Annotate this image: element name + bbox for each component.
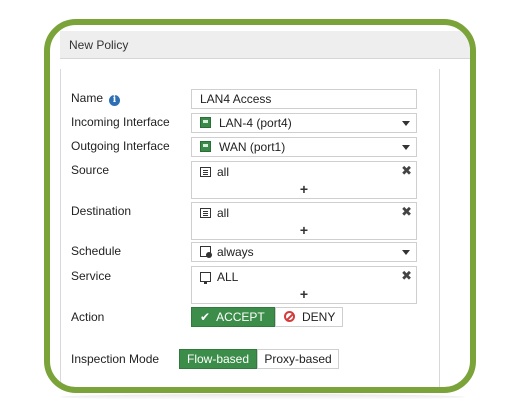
flow-based-button[interactable]: Flow-based xyxy=(179,349,257,369)
name-input[interactable]: LAN4 Access xyxy=(191,89,417,109)
source-field[interactable]: all ✖ + xyxy=(191,161,417,199)
outgoing-interface-label: Outgoing Interface xyxy=(71,139,170,153)
name-label-text: Name xyxy=(71,91,104,105)
service-remove-button[interactable]: ✖ xyxy=(401,268,412,284)
proxy-based-button[interactable]: Proxy-based xyxy=(257,349,339,369)
incoming-interface-select[interactable]: LAN-4 (port4) xyxy=(191,113,417,133)
source-entry-value: all xyxy=(217,165,230,179)
interface-icon xyxy=(200,117,211,128)
address-icon xyxy=(200,208,211,218)
schedule-value: always xyxy=(217,245,254,259)
outgoing-interface-select[interactable]: WAN (port1) xyxy=(191,137,417,157)
chevron-down-icon xyxy=(402,121,410,126)
frame-shadow xyxy=(60,394,465,400)
interface-icon xyxy=(200,141,211,152)
destination-entry: all xyxy=(200,206,229,220)
policy-form: Name i LAN4 Access Incoming Interface LAN… xyxy=(60,69,440,387)
info-icon[interactable]: i xyxy=(109,95,121,106)
address-icon xyxy=(200,167,211,177)
deny-label: DENY xyxy=(302,310,336,324)
service-label: Service xyxy=(71,269,112,283)
chevron-down-icon xyxy=(402,145,410,150)
destination-remove-button[interactable]: ✖ xyxy=(401,204,412,220)
destination-field[interactable]: all ✖ + xyxy=(191,202,417,240)
source-add-button[interactable]: + xyxy=(192,181,416,197)
schedule-select[interactable]: always xyxy=(191,242,417,262)
service-add-button[interactable]: + xyxy=(192,286,416,302)
dialog-title: New Policy xyxy=(60,31,470,59)
destination-label: Destination xyxy=(71,204,132,218)
source-entry: all xyxy=(200,165,229,179)
incoming-interface-value: LAN-4 (port4) xyxy=(219,116,292,130)
ban-icon xyxy=(284,311,295,322)
policy-dialog-frame: New Policy Name i LAN4 Access Incoming In… xyxy=(44,19,476,393)
schedule-label: Schedule xyxy=(71,244,122,258)
inspection-mode-label: Inspection Mode xyxy=(71,352,160,366)
chevron-down-icon xyxy=(402,250,410,255)
service-field[interactable]: ALL ✖ + xyxy=(191,266,417,304)
incoming-interface-label: Incoming Interface xyxy=(71,115,170,129)
service-entry: ALL xyxy=(200,270,238,284)
accept-button[interactable]: ✔ ACCEPT xyxy=(191,307,275,327)
source-remove-button[interactable]: ✖ xyxy=(401,163,412,179)
clock-icon xyxy=(200,246,212,258)
service-entry-value: ALL xyxy=(217,270,239,284)
outgoing-interface-value: WAN (port1) xyxy=(219,140,286,154)
deny-button[interactable]: DENY xyxy=(275,307,343,327)
name-value: LAN4 Access xyxy=(200,92,272,106)
source-label: Source xyxy=(71,163,110,177)
accept-label: ACCEPT xyxy=(216,310,265,324)
check-icon: ✔ xyxy=(200,310,211,324)
destination-entry-value: all xyxy=(217,206,230,220)
destination-add-button[interactable]: + xyxy=(192,222,416,238)
service-icon xyxy=(200,272,211,284)
name-label: Name i xyxy=(71,91,121,106)
action-label: Action xyxy=(71,310,105,324)
